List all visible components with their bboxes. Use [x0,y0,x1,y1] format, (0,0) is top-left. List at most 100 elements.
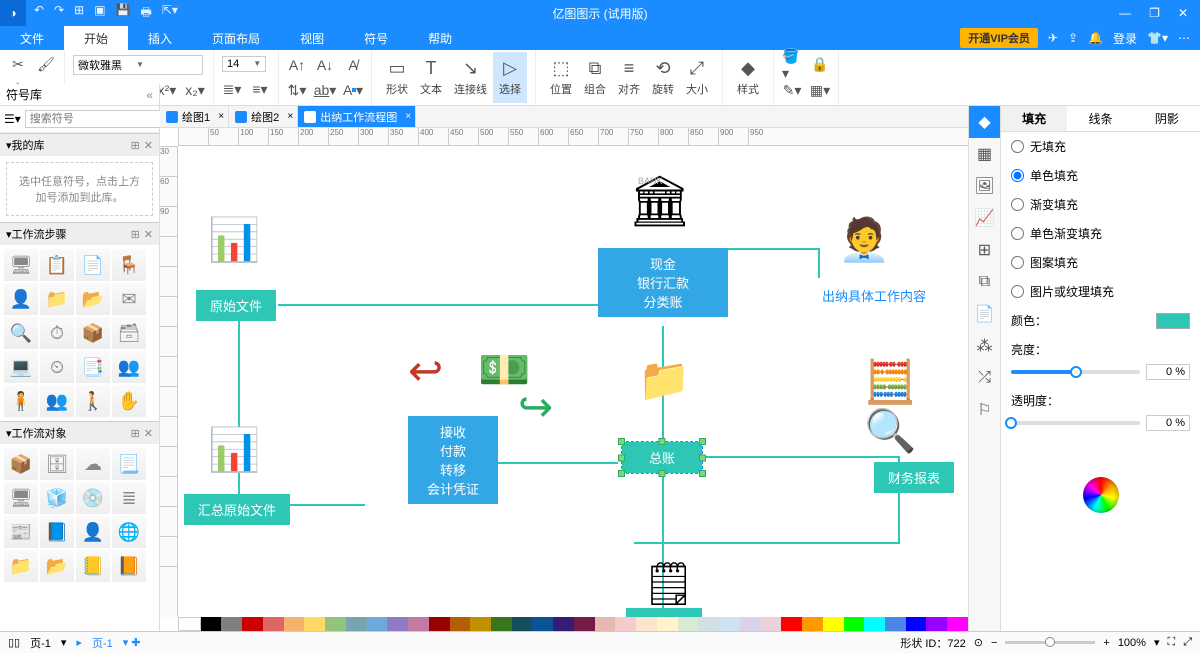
shape-item[interactable]: 💻 [4,351,38,383]
pages-icon[interactable]: ▯▯ [8,636,20,649]
shape-item[interactable]: ⏲ [40,351,74,383]
fill-solid[interactable]: 单色填充 [1001,161,1200,190]
shape-item[interactable]: ✋ [112,385,146,417]
library-icon[interactable]: ☰▾ [4,112,21,126]
undo-icon[interactable]: ↶ [34,3,44,24]
shape-item[interactable]: 💿 [76,482,110,514]
clipart-spreadsheet[interactable]: 🗒 [642,560,695,609]
shape-item[interactable]: 📙 [112,550,146,582]
shape-item[interactable]: 🔍 [4,317,38,349]
underline-button[interactable]: ab▾ [315,80,335,100]
shape-item[interactable]: 👤 [76,516,110,548]
font-color-button[interactable]: A▾ [343,80,363,100]
fill-color-swatch[interactable] [1156,313,1190,329]
tab-drawing1[interactable]: 绘图1× [160,106,229,127]
menu-insert[interactable]: 插入 [128,26,192,50]
grid-icon[interactable]: ▦▾ [810,80,830,100]
shape-item[interactable]: 📂 [40,550,74,582]
collapse-icon[interactable]: « [146,88,153,102]
clipart-money-redo[interactable]: ↩ [408,346,443,395]
shape-item[interactable]: 📦 [4,448,38,480]
open-icon[interactable]: ▣ [94,3,105,24]
rtab-bookmark-icon[interactable]: ⚐ [969,394,1000,426]
fill-none[interactable]: 无填充 [1001,132,1200,161]
shape-item[interactable]: 🧍 [4,385,38,417]
shape-item[interactable]: 🧊 [40,482,74,514]
send-icon[interactable]: ✈ [1048,31,1058,45]
zoom-in-icon[interactable]: + [1103,637,1109,649]
position-button[interactable]: ⬚位置 [544,52,578,103]
fill-texture[interactable]: 图片或纹理填充 [1001,277,1200,306]
prop-tab-fill[interactable]: 填充 [1001,106,1067,131]
shape-item[interactable]: 📘 [40,516,74,548]
rtab-fill-icon[interactable]: ◆ [969,106,1000,138]
zoom-slider[interactable] [1005,641,1095,644]
node-summary-file[interactable]: 汇总原始文件 [184,494,290,525]
clipart-calculator[interactable]: 🧮🔍 [864,358,968,456]
clipart-folder[interactable]: 📁 [638,356,690,405]
shape-item[interactable]: 📄 [76,249,110,281]
node-ledger-selected[interactable]: 总账 [622,442,702,473]
group-button[interactable]: ⧉组合 [578,52,612,103]
node-receive[interactable]: 接收付款转移会计凭证 [408,416,498,504]
shape-item[interactable]: 📦 [76,317,110,349]
maximize-icon[interactable]: ❐ [1149,6,1160,20]
menu-help[interactable]: 帮助 [408,26,472,50]
shape-item[interactable]: 👥 [40,385,74,417]
status-page[interactable]: 页-1 [30,635,51,651]
text-button[interactable]: T文本 [414,52,448,103]
zoom-out-icon[interactable]: − [991,637,997,649]
shape-button[interactable]: ▭形状 [380,52,414,103]
shape-item[interactable]: 🗃 [112,317,146,349]
subscript-button[interactable]: x₂▾ [185,80,205,100]
clipart-cashier[interactable]: 🧑‍💼 [838,216,890,265]
fit-icon[interactable]: ⛶ [1167,636,1175,649]
line-spacing-icon[interactable]: ⇅▾ [287,80,307,100]
select-button[interactable]: ▷选择 [493,52,527,103]
size-button[interactable]: ⤢大小 [680,52,714,103]
zoom-value[interactable]: 100% [1118,637,1146,649]
save-icon[interactable]: 💾 [116,3,131,24]
search-input[interactable] [25,110,177,128]
shape-item[interactable]: ⏱ [40,317,74,349]
vip-button[interactable]: 开通VIP会员 [960,28,1038,48]
numbering-button[interactable]: ≡▾ [250,79,270,99]
more-icon[interactable]: ⋯ [1178,31,1190,45]
section-workflow-steps[interactable]: ▾ 工作流步骤⊞✕ [0,223,159,245]
export-icon[interactable]: ⇱▾ [162,3,178,24]
rtab-shuffle-icon[interactable]: ⤮ [969,362,1000,394]
login-link[interactable]: 登录 [1113,30,1137,47]
bullets-button[interactable]: ≣▾ [222,79,242,99]
shape-item[interactable]: 📰 [4,516,38,548]
shape-item[interactable]: 📑 [76,351,110,383]
node-cash[interactable]: 现金银行汇款分类账 [598,248,728,317]
shape-item[interactable]: 📃 [112,448,146,480]
cut-icon[interactable]: ✂ [8,55,28,75]
fill-gradient[interactable]: 渐变填充 [1001,190,1200,219]
share-icon[interactable]: ⇪ [1068,31,1078,45]
section-mylib[interactable]: ▾ 我的库⊞✕ [0,134,159,156]
bell-icon[interactable]: 🔔 [1088,31,1103,45]
tab-cashier-flow[interactable]: 出纳工作流程图× [298,106,416,127]
color-wheel[interactable] [1083,477,1119,513]
prop-tab-shadow[interactable]: 阴影 [1134,106,1200,131]
fullscreen-icon[interactable]: ⤢ [1183,636,1192,649]
rtab-tree-icon[interactable]: ⁂ [969,330,1000,362]
fill-solid-gradient[interactable]: 单色渐变填充 [1001,219,1200,248]
shape-item[interactable]: 🚶 [76,385,110,417]
decrease-font-icon[interactable]: A↓ [315,55,335,75]
rtab-image-icon[interactable]: 🖼 [969,170,1000,202]
brightness-value[interactable]: 0 % [1146,364,1190,380]
rotate-button[interactable]: ⟲旋转 [646,52,680,103]
menu-file[interactable]: 文件 [0,26,64,50]
shape-item[interactable]: 🖥 [4,482,38,514]
shape-item[interactable]: 📁 [40,283,74,315]
play-icon[interactable]: ⊙ [974,636,983,649]
shape-item[interactable]: 👤 [4,283,38,315]
section-workflow-objects[interactable]: ▾ 工作流对象⊞✕ [0,422,159,444]
node-detail[interactable]: 明细表 [626,608,702,617]
shape-item[interactable]: 📂 [76,283,110,315]
clipart-document2[interactable]: 📊 [208,426,260,475]
line-color-icon[interactable]: ✎▾ [782,80,802,100]
superscript-button[interactable]: x²▾ [157,80,177,100]
